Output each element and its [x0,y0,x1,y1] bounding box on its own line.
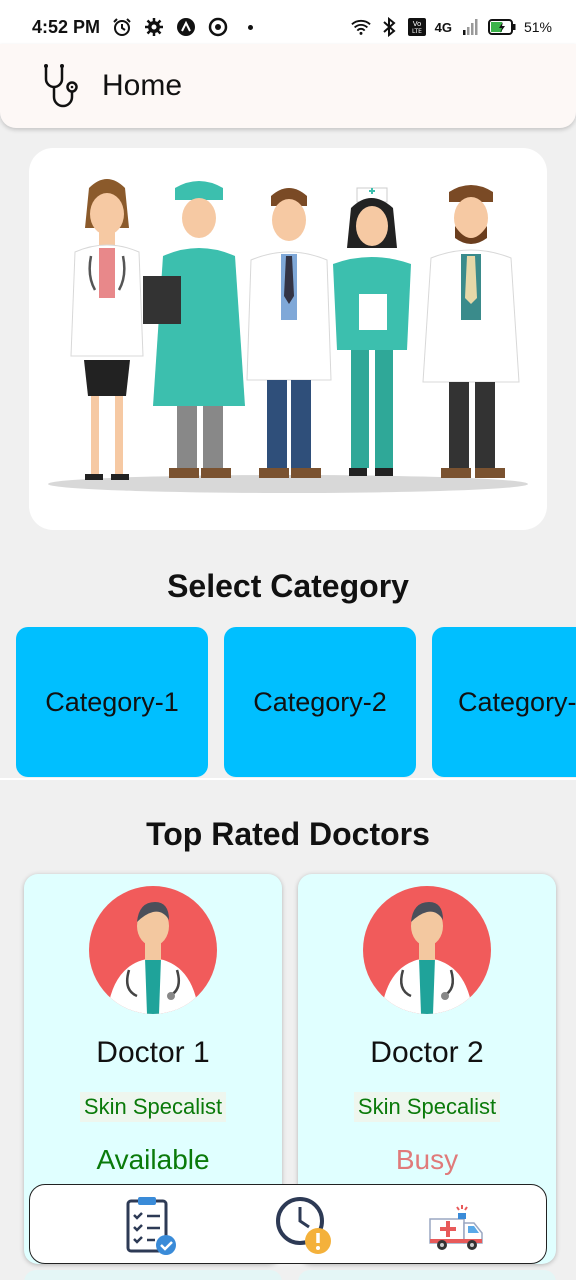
battery-percent: 51% [523,19,552,35]
doctor-specialty: Skin Specalist [79,1092,227,1122]
doctor-name: Doctor 1 [96,1036,210,1069]
doctor-card-4-peek [298,1270,556,1280]
clock-alert-icon[interactable] [272,1193,336,1257]
status-time: 4:52 PM [32,16,101,37]
doctor-specialty: Skin Specalist [353,1092,501,1122]
settings-icon [144,17,164,37]
doctors-section-title: Top Rated Doctors [146,816,430,852]
category-section-title: Select Category [167,568,409,604]
app-icon-2 [208,17,228,37]
ambulance-icon[interactable] [424,1193,488,1257]
divider [0,778,576,780]
doctor-status: Available [96,1144,210,1175]
doctor-avatar [363,886,491,1014]
bluetooth-icon [379,17,399,37]
doctor-avatar [89,886,217,1014]
svg-text:Vo: Vo [412,20,421,28]
checklist-icon[interactable] [120,1193,184,1257]
page-title: Home [102,69,183,102]
category-button-1[interactable]: Category-1 [16,627,208,777]
hero-banner [29,148,547,530]
doctors-group-illustration [48,179,528,493]
category-button-3[interactable]: Category-3 [432,627,576,777]
signal-icon [460,17,480,37]
doctor-name: Doctor 2 [370,1036,484,1069]
notification-dot [248,24,254,30]
stethoscope-icon [36,59,90,113]
svg-text:LTE: LTE [412,28,422,35]
network-label: 4G [434,19,452,35]
doctor-status: Busy [395,1144,459,1175]
category-list[interactable]: Category-1 Category-2 Category-3 [16,627,576,777]
battery-icon [487,17,516,37]
wifi-icon [350,17,371,37]
volte-icon: Vo LTE [407,17,427,37]
bottom-nav [29,1184,547,1264]
doctor-card-3-peek [24,1270,282,1280]
app-bar: Home [0,44,576,128]
app-icon [176,17,196,37]
alarm-icon [112,17,132,37]
category-button-2[interactable]: Category-2 [224,627,416,777]
